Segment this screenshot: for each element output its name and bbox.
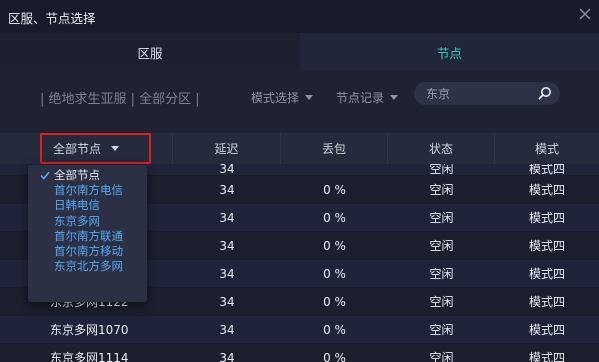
column-header-latency[interactable]: 延迟	[173, 133, 281, 164]
window-title: 区服、节点选择	[8, 11, 96, 26]
loss-value: 0 %	[323, 210, 346, 225]
state-value: 空闲	[429, 295, 454, 309]
mode-value: 模式四	[528, 351, 565, 362]
state-value: 空闲	[429, 323, 454, 337]
loss-value: 0 %	[323, 266, 346, 281]
latency-value: 34	[219, 164, 235, 176]
latency-value: 34	[219, 266, 235, 281]
mode-value: 模式四	[528, 211, 565, 225]
search-icon[interactable]	[538, 86, 552, 100]
tab-server[interactable]: 区服	[0, 33, 300, 71]
state-value: 空闲	[429, 267, 454, 281]
title-bar: 区服、节点选择	[0, 0, 599, 33]
loss-value: 0 %	[323, 350, 346, 362]
state-value: 空闲	[429, 211, 454, 225]
state-value: 空闲	[429, 164, 454, 176]
chevron-down-icon	[305, 95, 314, 100]
menu-item-all-nodes[interactable]: 全部节点	[28, 168, 147, 183]
node-name: 东京多网1070	[50, 323, 129, 337]
menu-item-label: 全部节点	[54, 168, 100, 182]
column-header-loss[interactable]: 丢包	[281, 133, 388, 164]
loss-value: 0 %	[323, 182, 346, 197]
mode-value: 模式四	[528, 267, 565, 281]
menu-item-seoul-south-unicom[interactable]: 首尔南方联通	[28, 229, 147, 244]
mode-select-label: 模式选择	[251, 91, 300, 105]
chevron-down-icon	[111, 146, 119, 151]
state-value: 空闲	[429, 351, 454, 362]
latency-value: 34	[219, 294, 235, 309]
latency-value: 34	[219, 238, 235, 253]
tab-node[interactable]: 节点	[300, 33, 599, 71]
search-input[interactable]	[426, 86, 536, 101]
latency-value: 34	[219, 322, 235, 337]
menu-item-tokyo-multi[interactable]: 东京多网	[28, 214, 147, 229]
table-row[interactable]: 东京多网1070 34 0 % 空闲 模式四	[0, 316, 599, 344]
loss-value: 0 %	[323, 294, 346, 309]
filter-bar: | 绝地求生亚服 | 全部分区 | 模式选择 节点记录	[0, 71, 599, 133]
menu-item-tokyo-north-multi[interactable]: 东京北方多网	[28, 259, 147, 274]
loss-value: 0 %	[323, 238, 346, 253]
tab-bar: 区服 节点	[0, 33, 599, 71]
latency-value: 34	[219, 182, 235, 197]
latency-value: 34	[219, 350, 235, 362]
close-icon[interactable]	[578, 7, 592, 21]
table-header: 全部节点 延迟 丢包 状态 模式	[0, 133, 599, 164]
menu-item-seoul-south-telecom[interactable]: 首尔南方电信	[28, 183, 147, 198]
mode-value: 模式四	[528, 239, 565, 253]
search-box	[414, 82, 560, 105]
chevron-down-icon	[390, 95, 399, 100]
node-history-dropdown[interactable]: 节点记录	[336, 89, 399, 106]
menu-item-seoul-south-mobile[interactable]: 首尔南方移动	[28, 244, 147, 259]
node-history-label: 节点记录	[336, 91, 385, 105]
breadcrumb: | 绝地求生亚服 | 全部分区 |	[40, 92, 200, 107]
column-header-mode[interactable]: 模式	[495, 133, 599, 164]
mode-value: 模式四	[528, 183, 565, 197]
column-header-state[interactable]: 状态	[388, 133, 495, 164]
check-icon	[40, 171, 50, 180]
node-filter-dropdown[interactable]: 全部节点	[0, 133, 173, 164]
node-name: 东京多网1114	[50, 351, 129, 362]
column-header-node: 全部节点	[52, 142, 101, 156]
state-value: 空闲	[429, 183, 454, 197]
mode-select-dropdown[interactable]: 模式选择	[251, 89, 314, 106]
latency-value: 34	[219, 210, 235, 225]
menu-item-jp-kr-telecom[interactable]: 日韩电信	[28, 198, 147, 213]
table-row[interactable]: 东京多网1114 34 0 % 空闲 模式四	[0, 344, 599, 362]
mode-value: 模式四	[528, 323, 565, 337]
loss-value: 0 %	[323, 322, 346, 337]
node-filter-menu: 全部节点 首尔南方电信 日韩电信 东京多网 首尔南方联通 首尔南方移动 东京北方…	[28, 165, 147, 302]
mode-value: 模式四	[528, 295, 565, 309]
state-value: 空闲	[429, 239, 454, 253]
mode-value: 模式四	[528, 164, 565, 176]
